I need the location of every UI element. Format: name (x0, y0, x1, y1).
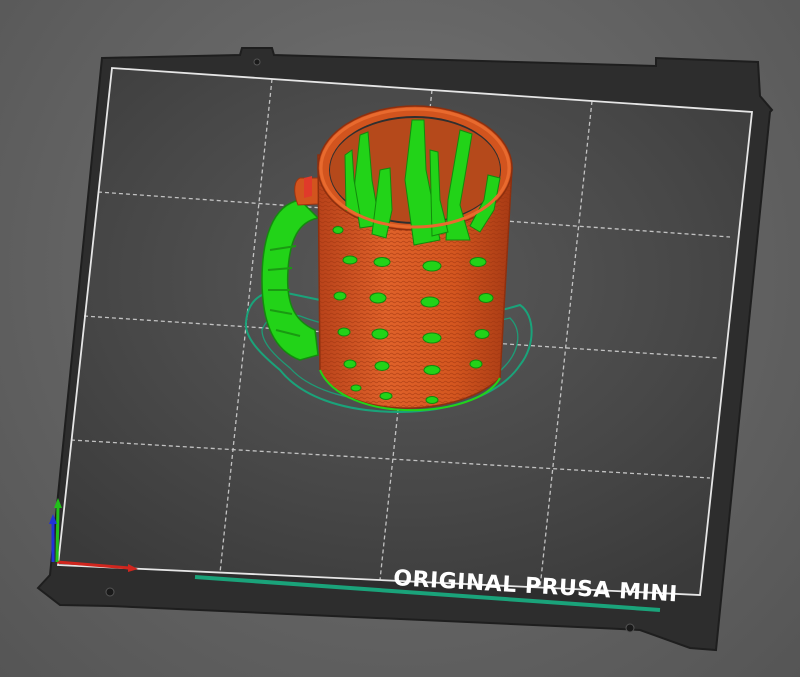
print-preview-scene[interactable]: ORIGINAL PRUSA MINI (0, 0, 800, 677)
3d-viewport[interactable]: ORIGINAL PRUSA MINI (0, 0, 800, 677)
